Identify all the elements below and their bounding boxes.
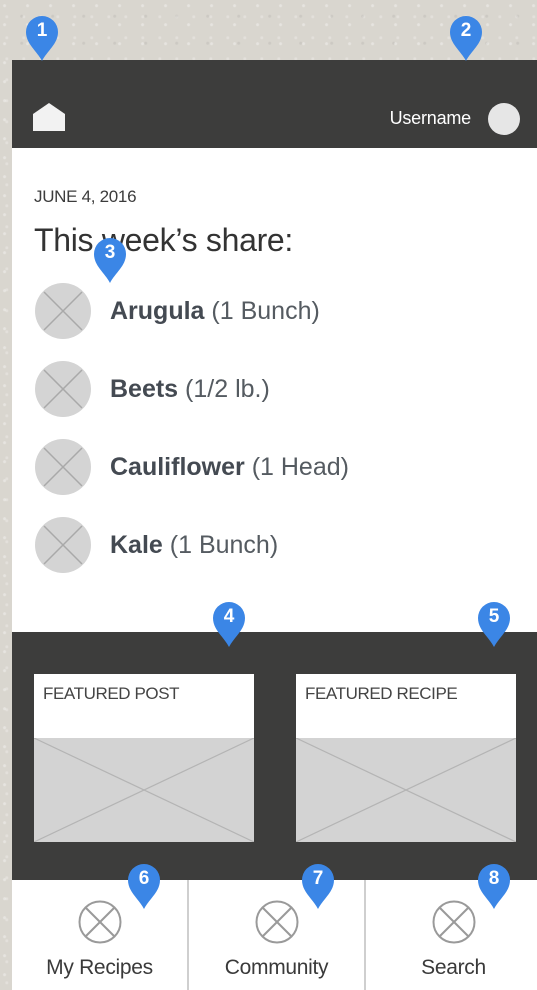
image-placeholder-icon (78, 900, 122, 944)
tab-label: Search (421, 956, 486, 979)
annotation-pin: 5 (476, 600, 512, 648)
featured-recipe-card[interactable]: FEATURED RECIPE (296, 674, 516, 842)
item-quantity: (1/2 lb.) (185, 375, 270, 403)
featured-section: FEATURED POST FEATURED RECIPE (12, 632, 537, 880)
image-placeholder-icon (35, 517, 91, 573)
item-text: Arugula (1 Bunch) (110, 297, 320, 326)
item-name: Cauliflower (110, 453, 245, 481)
annotation-pin: 6 (126, 862, 162, 910)
annotation-number: 8 (488, 868, 500, 889)
image-placeholder-icon (432, 900, 476, 944)
image-placeholder-icon (35, 439, 91, 495)
annotation-pin: 1 (24, 14, 60, 62)
phone-screen: Username JUNE 4, 2016 This week’s share:… (12, 60, 537, 990)
annotation-number: 5 (488, 606, 500, 627)
annotation-number: 1 (36, 20, 48, 41)
item-name: Kale (110, 531, 163, 559)
bottom-tab-bar: My Recipes Community Search (12, 880, 537, 990)
item-text: Cauliflower (1 Head) (110, 453, 349, 482)
list-item[interactable]: Beets (1/2 lb.) (34, 360, 514, 420)
top-bar: Username (12, 60, 537, 148)
annotation-number: 2 (460, 20, 472, 41)
annotation-pin: 7 (300, 862, 336, 910)
featured-post-label: FEATURED POST (43, 684, 180, 703)
item-quantity: (1 Head) (251, 453, 349, 481)
list-item[interactable]: Kale (1 Bunch) (34, 516, 514, 576)
annotation-pin: 8 (476, 862, 512, 910)
annotation-number: 6 (138, 868, 150, 889)
image-placeholder-icon (255, 900, 299, 944)
annotation-pin: 4 (211, 600, 247, 648)
featured-recipe-label: FEATURED RECIPE (305, 684, 458, 703)
featured-post-card[interactable]: FEATURED POST (34, 674, 254, 842)
item-quantity: (1 Bunch) (211, 297, 320, 325)
image-placeholder-icon (296, 738, 516, 842)
item-text: Beets (1/2 lb.) (110, 375, 270, 404)
annotation-pin: 2 (448, 14, 484, 62)
share-date: JUNE 4, 2016 (34, 187, 137, 206)
annotation-pin: 3 (92, 236, 128, 284)
image-placeholder-icon (34, 738, 254, 842)
list-item[interactable]: Arugula (1 Bunch) (34, 282, 514, 342)
image-placeholder-icon (35, 361, 91, 417)
item-text: Kale (1 Bunch) (110, 531, 278, 560)
tab-label: My Recipes (46, 956, 153, 979)
annotation-number: 3 (104, 242, 116, 263)
username-label[interactable]: Username (390, 108, 472, 129)
tab-label: Community (224, 956, 329, 979)
avatar[interactable] (488, 103, 520, 135)
list-item[interactable]: Cauliflower (1 Head) (34, 438, 514, 498)
image-placeholder-icon (35, 283, 91, 339)
annotation-number: 7 (312, 868, 324, 889)
home-icon[interactable] (32, 102, 66, 132)
annotation-number: 4 (223, 606, 235, 627)
item-name: Arugula (110, 297, 205, 325)
share-title: This week’s share: (34, 222, 294, 258)
tab-community[interactable]: Community (189, 880, 364, 990)
item-name: Beets (110, 375, 179, 403)
item-quantity: (1 Bunch) (169, 531, 279, 559)
